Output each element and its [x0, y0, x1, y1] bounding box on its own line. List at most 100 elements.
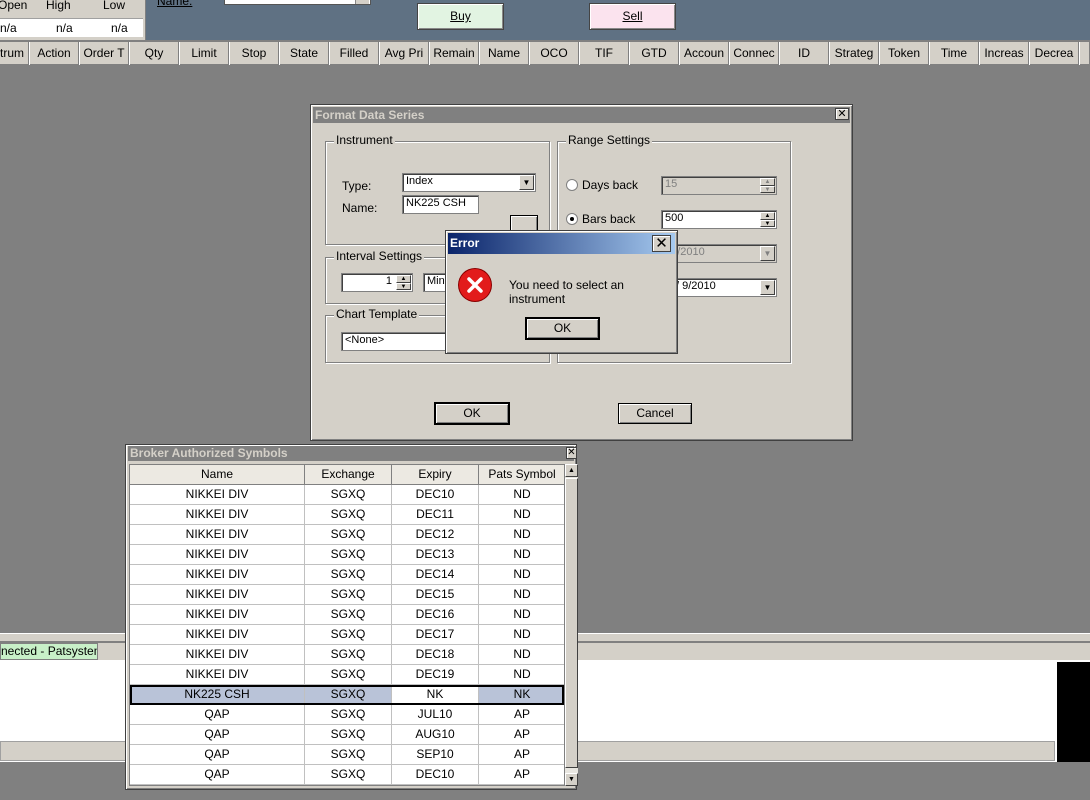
to-date-picker[interactable]: / 9/2010 ▼	[661, 278, 777, 297]
chevron-down-icon[interactable]: ▼	[760, 280, 775, 295]
days-back-spinner[interactable]: 15 ▲ ▼	[661, 176, 777, 195]
interval-spinner[interactable]: 1 ▲ ▼	[341, 273, 413, 292]
from-date-picker[interactable]: 24/2010 ▼	[661, 244, 777, 263]
table-row[interactable]: QAP SGXQ SEP10 AP	[130, 745, 564, 765]
symbol-pats-cell: ND	[479, 565, 564, 585]
vertical-scrollbar[interactable]: ▲ ▼	[565, 464, 578, 786]
table-row[interactable]: QAP SGXQ JUL10 AP	[130, 705, 564, 725]
bars-back-radio[interactable]	[566, 213, 578, 225]
column-header-order-type[interactable]: Order T	[79, 42, 129, 65]
quote-value-low: n/a	[96, 19, 143, 37]
table-row[interactable]: NIKKEI DIV SGXQ DEC16 ND	[130, 605, 564, 625]
table-row[interactable]: QAP SGXQ DEC10 AP	[130, 765, 564, 785]
symbols-table: Name Exchange Expiry Pats Symbol NIKKEI …	[129, 464, 565, 786]
symbol-name-cell: NIKKEI DIV	[130, 525, 305, 545]
symbol-expiry-cell: DEC16	[392, 605, 479, 625]
table-row[interactable]: NIKKEI DIV SGXQ DEC13 ND	[130, 545, 564, 565]
column-header-state[interactable]: State	[279, 42, 329, 65]
instrument-name-field[interactable]: NK225 CSH	[402, 195, 479, 214]
column-header-token[interactable]: Token	[879, 42, 929, 65]
column-header-increase[interactable]: Increas	[979, 42, 1029, 65]
table-row[interactable]: NIKKEI DIV SGXQ DEC14 ND	[130, 565, 564, 585]
column-header-qty[interactable]: Qty	[129, 42, 179, 65]
symbol-expiry-cell: DEC10	[392, 485, 479, 505]
table-row[interactable]: NIKKEI DIV SGXQ DEC17 ND	[130, 625, 564, 645]
symbol-expiry-cell: DEC15	[392, 585, 479, 605]
close-icon[interactable]: ✕	[566, 447, 577, 459]
symbol-exchange-cell: SGXQ	[305, 745, 392, 765]
symbol-name-cell: NIKKEI DIV	[130, 485, 305, 505]
instrument-name-combo[interactable]	[224, 0, 371, 5]
symbol-pats-cell: ND	[479, 625, 564, 645]
close-icon[interactable]: ✕	[835, 108, 849, 120]
table-row[interactable]: NIKKEI DIV SGXQ DEC10 ND	[130, 485, 564, 505]
symbol-exchange-cell: SGXQ	[305, 645, 392, 665]
chevron-down-icon[interactable]: ▼	[760, 246, 775, 261]
symbol-exchange-cell: SGXQ	[305, 485, 392, 505]
table-row[interactable]: NIKKEI DIV SGXQ DEC15 ND	[130, 585, 564, 605]
table-row[interactable]: NIKKEI DIV SGXQ DEC18 ND	[130, 645, 564, 665]
column-header-name[interactable]: Name	[479, 42, 529, 65]
scrollbar-thumb[interactable]	[565, 478, 578, 768]
format-ok-button[interactable]: OK	[434, 402, 510, 425]
symbol-expiry-cell: SEP10	[392, 745, 479, 765]
scroll-down-icon[interactable]: ▼	[565, 773, 578, 786]
table-row[interactable]: NK225 CSH SGXQ NK NK	[130, 685, 564, 705]
column-header-id[interactable]: ID	[779, 42, 829, 65]
column-header-name[interactable]: Name	[130, 465, 305, 485]
column-header-oco[interactable]: OCO	[529, 42, 579, 65]
column-header-exchange[interactable]: Exchange	[305, 465, 392, 485]
spinner-arrows-icon[interactable]: ▲ ▼	[760, 178, 775, 193]
chart-template-select[interactable]: <None>	[341, 332, 461, 351]
symbol-exchange-cell: SGXQ	[305, 685, 392, 705]
sell-button[interactable]: Sell	[589, 3, 676, 30]
error-icon	[459, 269, 491, 301]
chevron-down-icon[interactable]: ▼	[519, 175, 534, 190]
column-header-stop[interactable]: Stop	[229, 42, 279, 65]
table-row[interactable]: NIKKEI DIV SGXQ DEC19 ND	[130, 665, 564, 685]
symbol-exchange-cell: SGXQ	[305, 665, 392, 685]
spinner-arrows-icon[interactable]: ▲ ▼	[396, 275, 411, 290]
buy-button[interactable]: Buy	[417, 3, 504, 30]
spinner-arrows-icon[interactable]: ▲ ▼	[760, 212, 775, 227]
days-back-radio[interactable]	[566, 179, 578, 191]
symbol-pats-cell: ND	[479, 645, 564, 665]
column-header-action[interactable]: Action	[29, 42, 79, 65]
column-header-pats-symbol[interactable]: Pats Symbol	[479, 465, 564, 485]
table-row[interactable]: NIKKEI DIV SGXQ DEC12 ND	[130, 525, 564, 545]
type-select[interactable]: Index ▼	[402, 173, 536, 192]
bars-back-spinner[interactable]: 500 ▲ ▼	[661, 210, 777, 229]
chart-template-value: <None>	[345, 334, 385, 346]
column-header-expiry[interactable]: Expiry	[392, 465, 479, 485]
symbol-pats-cell: ND	[479, 505, 564, 525]
column-header-avg-price[interactable]: Avg Pri	[379, 42, 429, 65]
to-date-value: / 9/2010	[676, 280, 716, 292]
column-header-tif[interactable]: TIF	[579, 42, 629, 65]
black-panel	[1057, 662, 1090, 762]
symbol-name-cell: NIKKEI DIV	[130, 565, 305, 585]
symbol-pats-cell: ND	[479, 585, 564, 605]
column-header-gtd[interactable]: GTD	[629, 42, 679, 65]
column-header-remaining[interactable]: Remain	[429, 42, 479, 65]
column-header-instrument[interactable]: trum	[0, 42, 29, 65]
quote-value-high: n/a	[48, 19, 96, 37]
close-icon[interactable]: ✕	[652, 235, 671, 252]
column-header-decrease[interactable]: Decrea	[1029, 42, 1079, 65]
scroll-up-icon[interactable]: ▲	[565, 464, 578, 477]
column-header-account[interactable]: Accoun	[679, 42, 729, 65]
column-header-limit[interactable]: Limit	[179, 42, 229, 65]
column-header-filled[interactable]: Filled	[329, 42, 379, 65]
instrument-group-title: Instrument	[334, 133, 395, 147]
connection-status-tab[interactable]: nected - Patsystems	[0, 643, 98, 660]
format-cancel-button[interactable]: Cancel	[618, 403, 692, 424]
column-header-strategy[interactable]: Strateg	[829, 42, 879, 65]
chevron-down-icon[interactable]	[355, 0, 369, 4]
table-row[interactable]: NIKKEI DIV SGXQ DEC11 ND	[130, 505, 564, 525]
quote-panel: Open High Low n/a n/a n/a	[0, 0, 146, 40]
error-ok-button[interactable]: OK	[525, 317, 600, 340]
column-header-connection[interactable]: Connec	[729, 42, 779, 65]
symbol-name-cell: QAP	[130, 745, 305, 765]
interval-value: 1	[385, 275, 392, 287]
table-row[interactable]: QAP SGXQ AUG10 AP	[130, 725, 564, 745]
column-header-time[interactable]: Time	[929, 42, 979, 65]
